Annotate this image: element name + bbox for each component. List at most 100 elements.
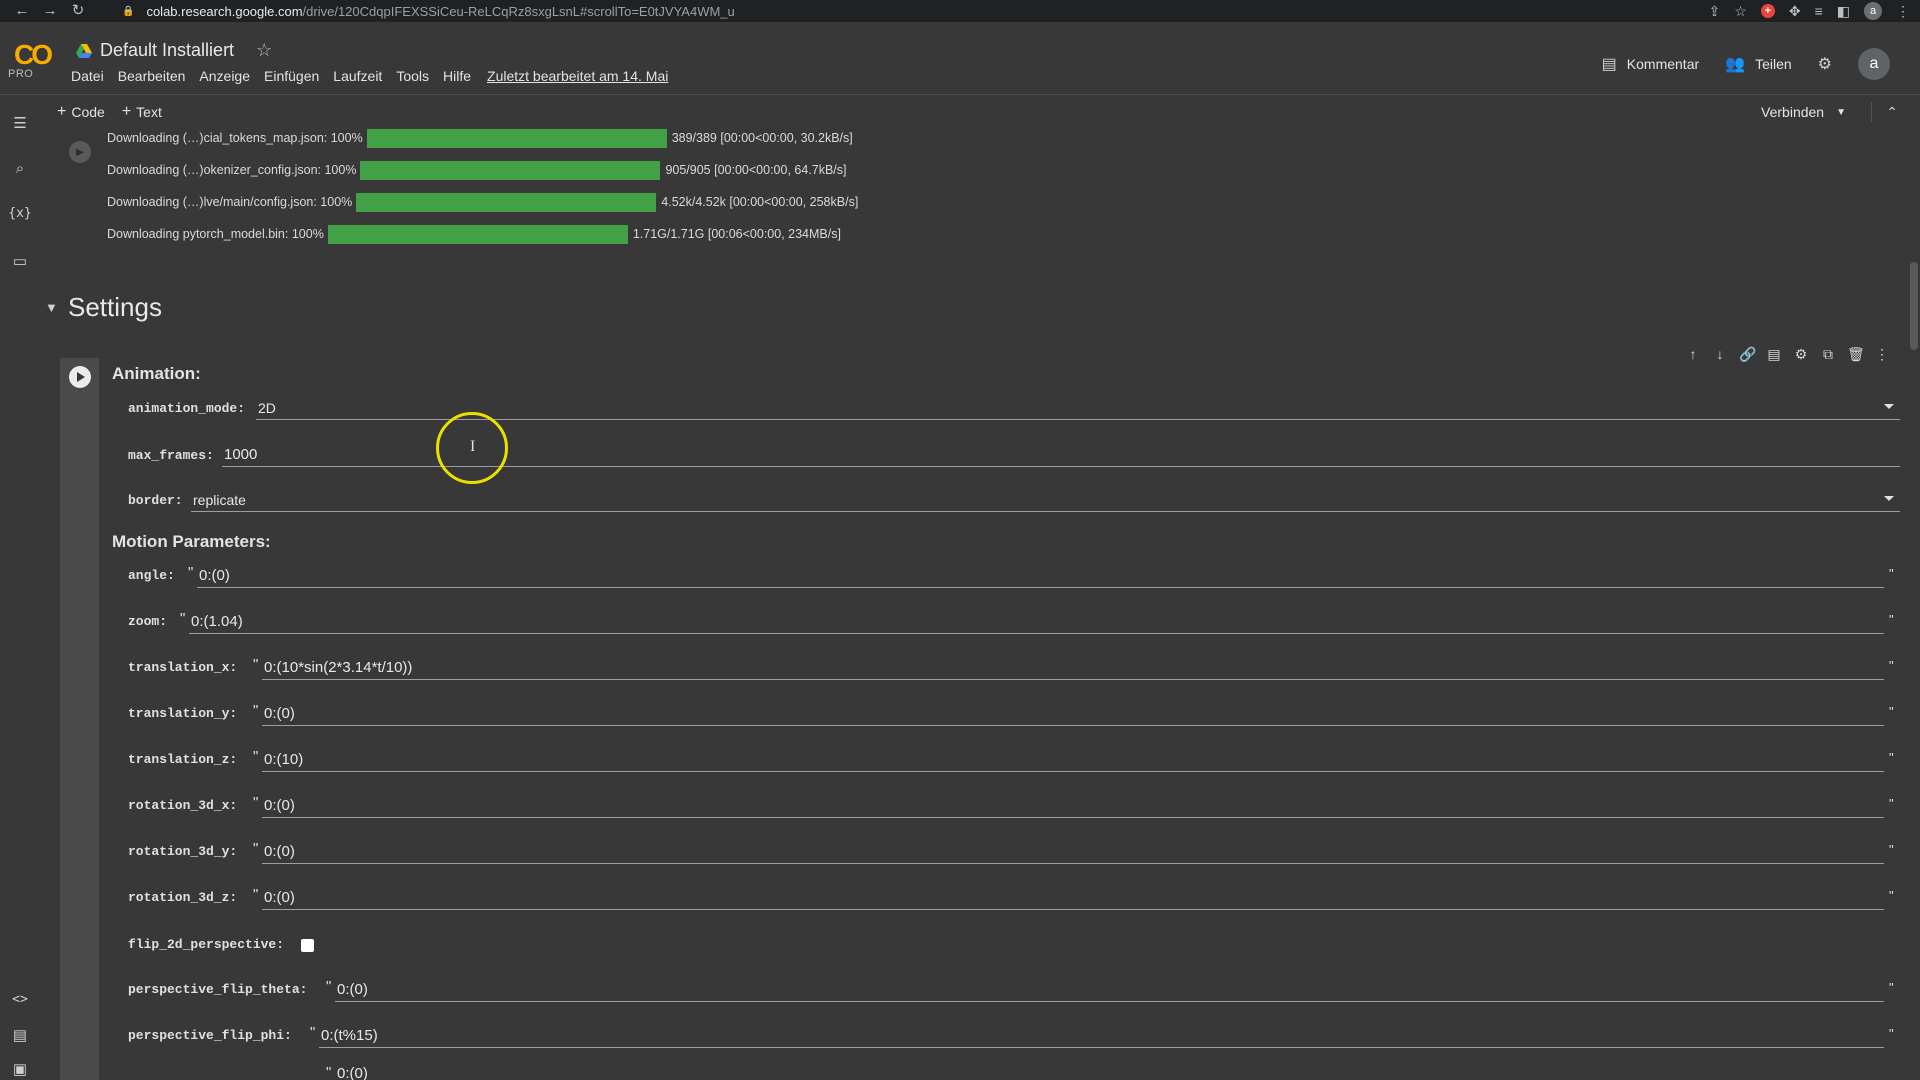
translation-x-value: 0:(10*sin(2*3.14*t/10)): [264, 659, 413, 676]
translation-y-input[interactable]: 0:(0): [262, 702, 1884, 726]
collapse-header-icon[interactable]: ⌃: [1871, 102, 1898, 122]
rotation-3d-z-input[interactable]: 0:(0): [262, 886, 1884, 910]
rotation-3d-y-value: 0:(0): [264, 843, 295, 860]
angle-value: 0:(0): [199, 567, 230, 584]
menu-item-laufzeit[interactable]: Laufzeit: [333, 68, 382, 84]
last-edited-link[interactable]: Zuletzt bearbeitet am 14. Mai: [487, 68, 668, 84]
menu-item-tools[interactable]: Tools: [396, 68, 429, 84]
zoom-value: 0:(1.04): [191, 613, 243, 630]
variables-icon[interactable]: {x}: [0, 206, 40, 221]
delete-icon[interactable]: 🗑: [1847, 344, 1865, 364]
menu-item-einfuegen[interactable]: Einfügen: [264, 68, 319, 84]
comment-icon: ▤: [1601, 56, 1617, 73]
download-label: Downloading (…)cial_tokens_map.json: 100…: [107, 131, 363, 145]
max-frames-field: max_frames:: [128, 443, 214, 467]
browser-actions: ⇪ ☆ + ✥ ≡ ◧ a ⋮: [1709, 0, 1910, 22]
download-stats: 4.52k/4.52k [00:00<00:00, 258kB/s]: [661, 195, 859, 209]
add-code-button[interactable]: + Code: [57, 103, 105, 121]
collapse-section-icon[interactable]: ▼: [45, 300, 58, 315]
puzzle-extensions-icon[interactable]: ✥: [1789, 0, 1801, 22]
comment-label: Kommentar: [1626, 56, 1700, 72]
folder-icon[interactable]: ▭: [0, 252, 40, 270]
comment-icon[interactable]: ▤: [1766, 344, 1782, 364]
run-cell-button[interactable]: [69, 366, 91, 388]
comment-button[interactable]: ▤ Kommentar: [1602, 54, 1699, 74]
progress-bar: [327, 224, 628, 244]
border-select[interactable]: replicate: [191, 488, 1900, 512]
animation-mode-label: animation_mode:: [128, 401, 246, 416]
zoom-input[interactable]: 0:(1.04): [189, 610, 1884, 634]
animation-mode-select[interactable]: 2D: [256, 396, 1900, 420]
chevron-down-icon: [1884, 404, 1894, 409]
flip-2d-perspective-field: flip_2d_perspective:: [128, 932, 284, 956]
move-up-icon[interactable]: ↑: [1685, 344, 1701, 364]
mirror-cell-icon[interactable]: ⧉: [1820, 344, 1836, 364]
bookmark-star-icon[interactable]: ☆: [1734, 0, 1747, 22]
browser-menu-icon[interactable]: ⋮: [1896, 0, 1910, 22]
border-field: border:: [128, 488, 183, 512]
address-bar[interactable]: 🔒 colab.research.google.com /drive/120Cd…: [112, 1, 1692, 21]
section-title[interactable]: Settings: [68, 292, 162, 323]
add-text-button[interactable]: + Text: [122, 103, 162, 121]
back-icon[interactable]: ←: [12, 0, 32, 22]
plus-icon: +: [121, 103, 132, 120]
menu-item-anzeige[interactable]: Anzeige: [199, 68, 250, 84]
command-palette-icon[interactable]: ▤: [0, 1026, 40, 1044]
translation-x-label: translation_x:: [128, 660, 238, 675]
left-sidebar: ☰ ⌕ {x} ▭ <> ▤ ▣: [0, 96, 40, 1080]
translation-z-input[interactable]: 0:(10): [262, 748, 1884, 772]
quote-close-icon: ": [1889, 1026, 1894, 1041]
url-domain: colab.research.google.com: [146, 3, 303, 19]
menu-item-datei[interactable]: Datei: [71, 68, 104, 84]
browser-avatar[interactable]: a: [1864, 2, 1882, 20]
rotation-3d-x-input[interactable]: 0:(0): [262, 794, 1884, 818]
chevron-down-icon[interactable]: ▼: [1836, 107, 1846, 118]
cell-toolbar: ↑ ↓ 🔗 ▤ ⚙ ⧉ 🗑 ⋮: [1685, 344, 1890, 364]
share-button[interactable]: 👥 Teilen: [1725, 54, 1792, 74]
user-avatar[interactable]: a: [1858, 48, 1890, 80]
move-down-icon[interactable]: ↓: [1712, 344, 1728, 364]
rotation-3d-y-input[interactable]: 0:(0): [262, 840, 1884, 864]
download-row: Downloading (…)cial_tokens_map.json: 100…: [107, 128, 853, 148]
more-options-icon[interactable]: ⋮: [1874, 344, 1890, 364]
perspective-flip-theta-label: perspective_flip_theta:: [128, 982, 308, 997]
scrollbar-thumb[interactable]: [1910, 262, 1918, 350]
notebook-title[interactable]: Default Installiert: [100, 40, 234, 61]
flip-2d-perspective-checkbox[interactable]: [301, 939, 314, 952]
browser-bar: ← → ↻ 🔒 colab.research.google.com /drive…: [0, 0, 1920, 22]
rotation-3d-z-label: rotation_3d_z:: [128, 890, 238, 905]
download-stats: 389/389 [00:00<00:00, 30.2kB/s]: [671, 131, 853, 145]
reload-icon[interactable]: ↻: [68, 0, 88, 22]
side-panel-icon[interactable]: ◧: [1837, 0, 1850, 22]
search-icon[interactable]: ⌕: [0, 160, 40, 177]
menu-bar: Datei Bearbeiten Anzeige Einfügen Laufze…: [71, 68, 668, 84]
zoom-label: zoom:: [128, 614, 168, 629]
translation-z-label: translation_z:: [128, 752, 238, 767]
flip-2d-perspective-label: flip_2d_perspective:: [128, 937, 285, 952]
media-list-icon[interactable]: ≡: [1815, 0, 1823, 22]
angle-input[interactable]: 0:(0): [197, 564, 1884, 588]
terminal-icon[interactable]: ▣: [0, 1060, 40, 1078]
menu-item-bearbeiten[interactable]: Bearbeiten: [118, 68, 186, 84]
angle-label: angle:: [128, 568, 175, 583]
extension-icon[interactable]: +: [1760, 4, 1775, 18]
max-frames-value: 1000: [224, 446, 258, 463]
connect-button[interactable]: Verbinden ▼: [1761, 104, 1846, 120]
rotation-3d-y-label: rotation_3d_y:: [128, 844, 238, 859]
gear-icon[interactable]: ⚙: [1793, 344, 1809, 364]
download-stats: 905/905 [00:00<00:00, 64.7kB/s]: [665, 163, 847, 177]
output-run-icon[interactable]: ▶: [69, 141, 91, 163]
zoom-field: zoom:: [128, 609, 167, 633]
link-icon[interactable]: 🔗: [1739, 344, 1756, 364]
table-of-contents-icon[interactable]: ☰: [0, 114, 40, 132]
gear-icon[interactable]: ⚙: [1818, 54, 1832, 74]
code-snippets-icon[interactable]: <>: [0, 992, 40, 1007]
perspective-flip-theta-input[interactable]: 0:(0): [335, 978, 1884, 1002]
share-page-icon[interactable]: ⇪: [1709, 0, 1721, 22]
perspective-flip-next-input[interactable]: 0:(0): [335, 1064, 1884, 1080]
menu-item-hilfe[interactable]: Hilfe: [443, 68, 471, 84]
perspective-flip-phi-input[interactable]: 0:(t%15): [319, 1024, 1884, 1048]
translation-x-input[interactable]: 0:(10*sin(2*3.14*t/10)): [262, 656, 1884, 680]
star-icon[interactable]: ☆: [256, 40, 272, 61]
forward-icon[interactable]: →: [40, 0, 60, 22]
